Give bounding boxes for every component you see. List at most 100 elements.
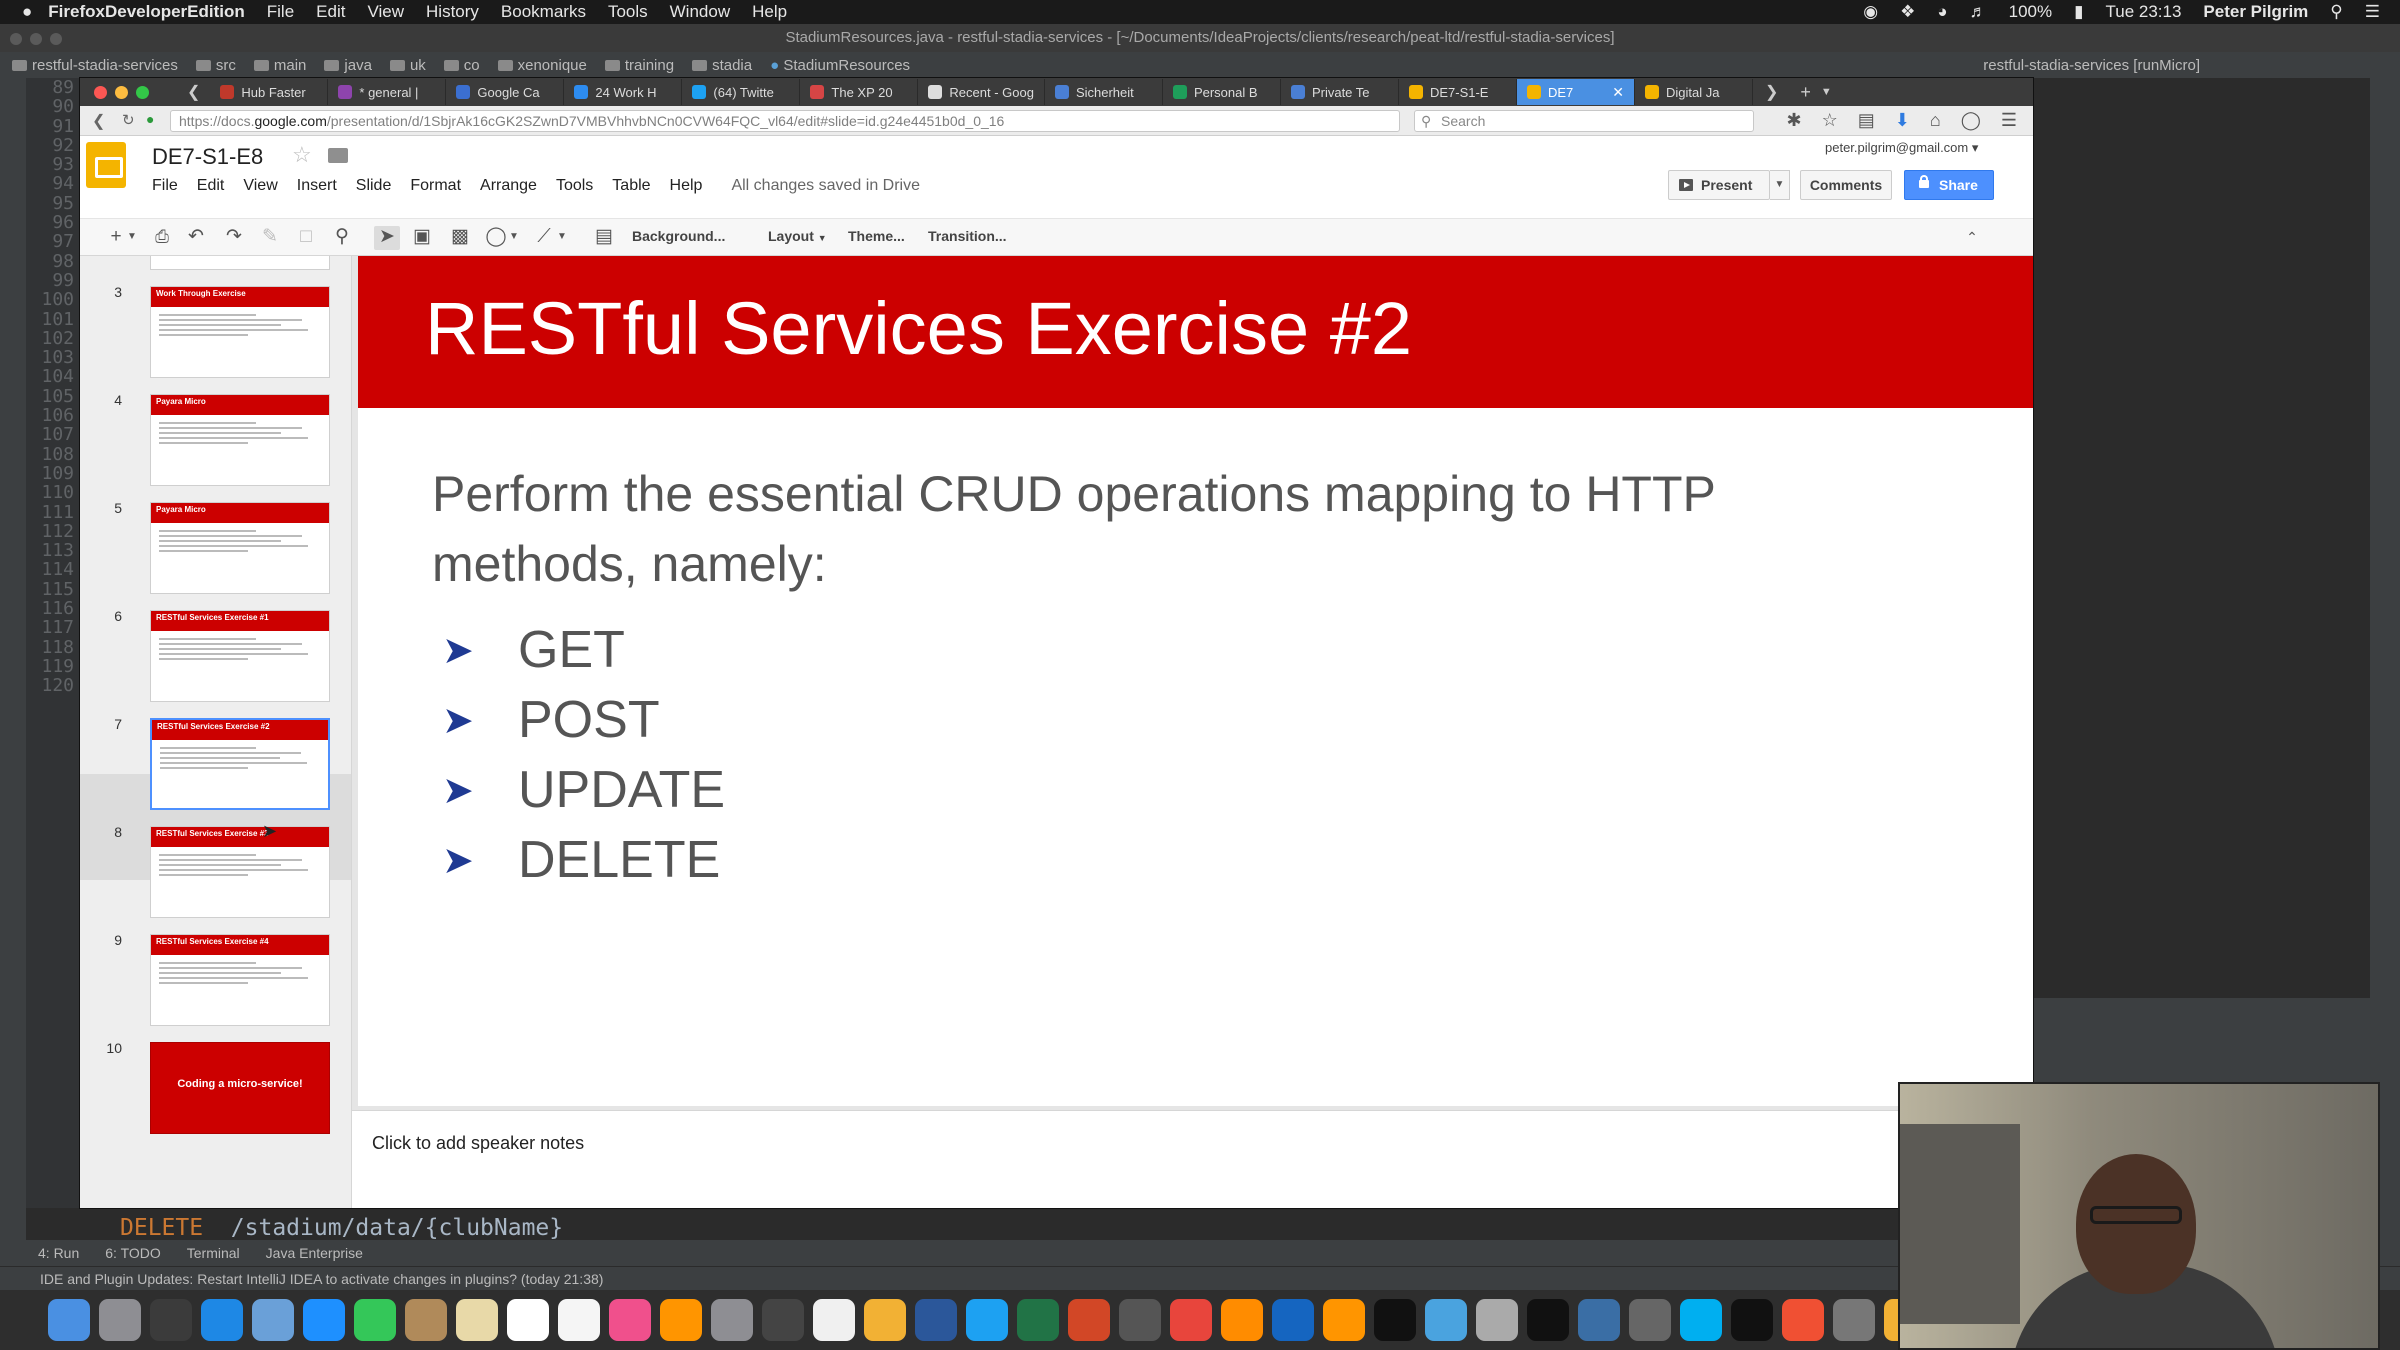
comment-icon[interactable]: ▤	[592, 226, 616, 250]
app-menu-name[interactable]: FirefoxDeveloperEdition	[48, 2, 244, 22]
comments-button[interactable]: Comments	[1800, 170, 1892, 200]
background-button[interactable]: Background...	[632, 228, 725, 244]
terminal-icon[interactable]	[1527, 1299, 1569, 1341]
pocket-icon[interactable]: ◯	[1961, 110, 1981, 131]
browser-tab[interactable]: Private Te	[1281, 79, 1399, 105]
shape-icon[interactable]: ◯	[484, 226, 508, 250]
system-preferences-icon[interactable]	[711, 1299, 753, 1341]
excel-icon[interactable]	[1017, 1299, 1059, 1341]
url-bar[interactable]: https://docs.google.com/presentation/d/1…	[170, 109, 1400, 132]
browser-tab[interactable]: Hub Faster	[210, 79, 329, 105]
text-box-icon[interactable]: ▣	[410, 226, 434, 250]
slide-body-text[interactable]: Perform the essential CRUD operations ma…	[432, 459, 1932, 599]
virtualbox-icon[interactable]	[1578, 1299, 1620, 1341]
mission-control-icon[interactable]	[150, 1299, 192, 1341]
zoom-fit-icon[interactable]: □	[294, 226, 318, 250]
shape-chevron-down-icon[interactable]: ▼	[508, 226, 520, 250]
firefox-dev-icon[interactable]	[1272, 1299, 1314, 1341]
layout-button[interactable]: Layout ▼	[768, 228, 827, 244]
twitter-icon[interactable]	[966, 1299, 1008, 1341]
breadcrumb-main[interactable]: main	[253, 57, 306, 74]
slide-bullet[interactable]: ➤ DELETE	[442, 830, 720, 890]
breadcrumb-class[interactable]: ● StadiumResources	[770, 57, 910, 74]
image-icon[interactable]: ▩	[448, 226, 472, 250]
close-window-button[interactable]	[94, 85, 107, 99]
sublime-icon[interactable]	[1221, 1299, 1263, 1341]
slides-menu-format[interactable]: Format	[410, 177, 461, 195]
breadcrumb-java[interactable]: java	[324, 57, 372, 74]
close-tab-icon[interactable]: ✕	[1612, 84, 1624, 101]
notes-icon[interactable]	[456, 1299, 498, 1341]
photos-icon[interactable]	[864, 1299, 906, 1341]
devtools-wrench-icon[interactable]: ✱	[1786, 110, 1801, 131]
apple-icon[interactable]: ●	[22, 2, 32, 22]
filemerge-icon[interactable]	[1833, 1299, 1875, 1341]
finder-icon[interactable]	[48, 1299, 90, 1341]
run-configuration-select[interactable]: restful-stadia-services [runMicro]	[1983, 57, 2200, 74]
new-slide-plus-icon[interactable]: +	[106, 226, 126, 250]
help-icon[interactable]	[1629, 1299, 1671, 1341]
browser-search-field[interactable]: ⚲ Search	[1414, 109, 1754, 132]
paint-format-icon[interactable]: ✎	[258, 226, 282, 250]
slides-menu-insert[interactable]: Insert	[297, 177, 337, 195]
git-icon[interactable]	[1782, 1299, 1824, 1341]
menu-window[interactable]: Window	[670, 2, 730, 22]
menu-view[interactable]: View	[367, 2, 404, 22]
new-tab-button[interactable]: +	[1800, 82, 1811, 103]
library-icon[interactable]: ▤	[1858, 110, 1875, 131]
notifications-icon[interactable]: ☰	[2365, 2, 2380, 22]
app-store-icon[interactable]	[201, 1299, 243, 1341]
slide-thumbnail[interactable]: RESTful Services Exercise #1	[150, 610, 330, 702]
chrome-icon[interactable]	[1170, 1299, 1212, 1341]
slides-menu-arrange[interactable]: Arrange	[480, 177, 537, 195]
volume-icon[interactable]: ♬	[1970, 2, 1987, 22]
tool-tab-run[interactable]: 4: Run	[38, 1245, 79, 1261]
slide-title[interactable]: RESTful Services Exercise #2	[425, 286, 1412, 371]
safari-icon[interactable]	[303, 1299, 345, 1341]
tab-scroll-left-icon[interactable]: ❮	[187, 82, 200, 102]
reminders-icon[interactable]	[558, 1299, 600, 1341]
browser-tab[interactable]: Sicherheit	[1045, 79, 1163, 105]
menu-bookmarks[interactable]: Bookmarks	[501, 2, 586, 22]
screen-record-icon[interactable]: ◉	[1863, 2, 1878, 22]
tool-tab-terminal[interactable]: Terminal	[187, 1245, 240, 1261]
share-button[interactable]: Share	[1904, 170, 1994, 200]
intellij-icon[interactable]	[1374, 1299, 1416, 1341]
zoom-icon[interactable]: ⚲	[330, 226, 354, 250]
breadcrumb-uk[interactable]: uk	[389, 57, 426, 74]
browser-tab[interactable]: The XP 20	[800, 79, 919, 105]
ibooks-icon[interactable]	[660, 1299, 702, 1341]
star-icon[interactable]: ☆	[292, 142, 312, 168]
tool-tab-todo[interactable]: 6: TODO	[105, 1245, 161, 1261]
menu-history[interactable]: History	[426, 2, 479, 22]
dropbox-icon[interactable]: ❖	[1900, 2, 1915, 22]
tool-tab-java-enterprise[interactable]: Java Enterprise	[266, 1245, 363, 1261]
breadcrumb-training[interactable]: training	[604, 57, 674, 74]
airplane-icon[interactable]	[1119, 1299, 1161, 1341]
account-switcher[interactable]: peter.pilgrim@gmail.com ▾	[1825, 140, 1978, 156]
slides-logo-icon[interactable]	[86, 142, 126, 188]
back-button-icon[interactable]: ❮	[92, 111, 105, 131]
menubar-clock[interactable]: Tue 23:13	[2105, 2, 2181, 22]
line-icon[interactable]: ⟋	[532, 226, 556, 250]
menu-edit[interactable]: Edit	[316, 2, 345, 22]
slides-menu-edit[interactable]: Edit	[197, 177, 225, 195]
slide-bullet[interactable]: ➤ POST	[442, 690, 660, 750]
bookmark-star-icon[interactable]: ☆	[1822, 110, 1838, 131]
breadcrumb-src[interactable]: src	[195, 57, 236, 74]
menu-tools[interactable]: Tools	[608, 2, 648, 22]
archive-utility-icon[interactable]	[1476, 1299, 1518, 1341]
calendar-icon[interactable]	[507, 1299, 549, 1341]
speaker-notes[interactable]: Click to add speaker notes	[352, 1110, 2033, 1208]
undo-icon[interactable]: ↶	[184, 226, 208, 250]
menu-file[interactable]: File	[267, 2, 294, 22]
battery-icon[interactable]: ▮	[2074, 2, 2083, 22]
slides-menu-file[interactable]: File	[152, 177, 178, 195]
battery-percent[interactable]: 100%	[2009, 2, 2052, 22]
textedit-icon[interactable]	[813, 1299, 855, 1341]
home-icon[interactable]: ⌂	[1930, 110, 1941, 131]
breadcrumb-co[interactable]: co	[443, 57, 480, 74]
save-status[interactable]: All changes saved in Drive	[731, 177, 920, 195]
browser-tab[interactable]: 24 Work H	[564, 79, 683, 105]
browser-tab[interactable]: * general |	[328, 79, 447, 105]
